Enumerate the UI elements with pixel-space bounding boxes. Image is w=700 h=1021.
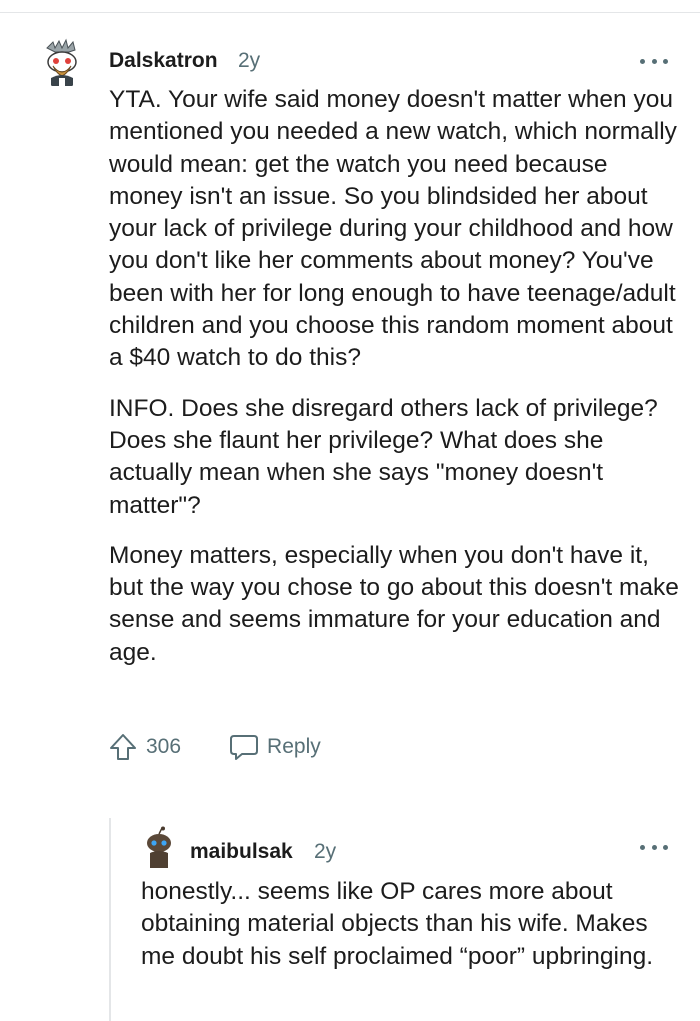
top-divider — [0, 12, 700, 13]
reply-label: Reply — [267, 735, 321, 758]
avatar[interactable] — [142, 826, 176, 870]
comment-body: YTA. Your wife said money doesn't matter… — [109, 84, 679, 669]
comment-age: 2y — [238, 49, 261, 72]
thread-line[interactable] — [109, 818, 111, 1021]
snoo-avatar-icon — [37, 38, 87, 88]
comment-author[interactable]: maibulsak — [190, 840, 293, 864]
comment-age: 2y — [314, 840, 337, 863]
comment-body: honestly... seems like OP cares more abo… — [141, 876, 681, 973]
upvote-button[interactable]: 306 — [108, 732, 181, 762]
comment-actions: 306 Reply — [108, 731, 321, 763]
reply-button[interactable]: Reply — [229, 733, 321, 761]
comment-paragraph: YTA. Your wife said money doesn't matter… — [109, 86, 677, 372]
comment-paragraph: INFO. Does she disregard others lack of … — [109, 394, 658, 519]
comment-paragraph: Money matters, especially when you don't… — [109, 541, 679, 666]
comment-paragraph: honestly... seems like OP cares more abo… — [141, 878, 654, 970]
vote-count: 306 — [146, 735, 182, 758]
upvote-arrow-icon — [110, 734, 136, 760]
more-options-icon[interactable] — [640, 842, 668, 852]
snoo-avatar-icon — [142, 826, 176, 870]
more-options-icon[interactable] — [640, 56, 668, 66]
comment-bubble-icon — [230, 735, 259, 760]
comment-author[interactable]: Dalskatron — [109, 49, 218, 73]
avatar[interactable] — [37, 38, 87, 88]
